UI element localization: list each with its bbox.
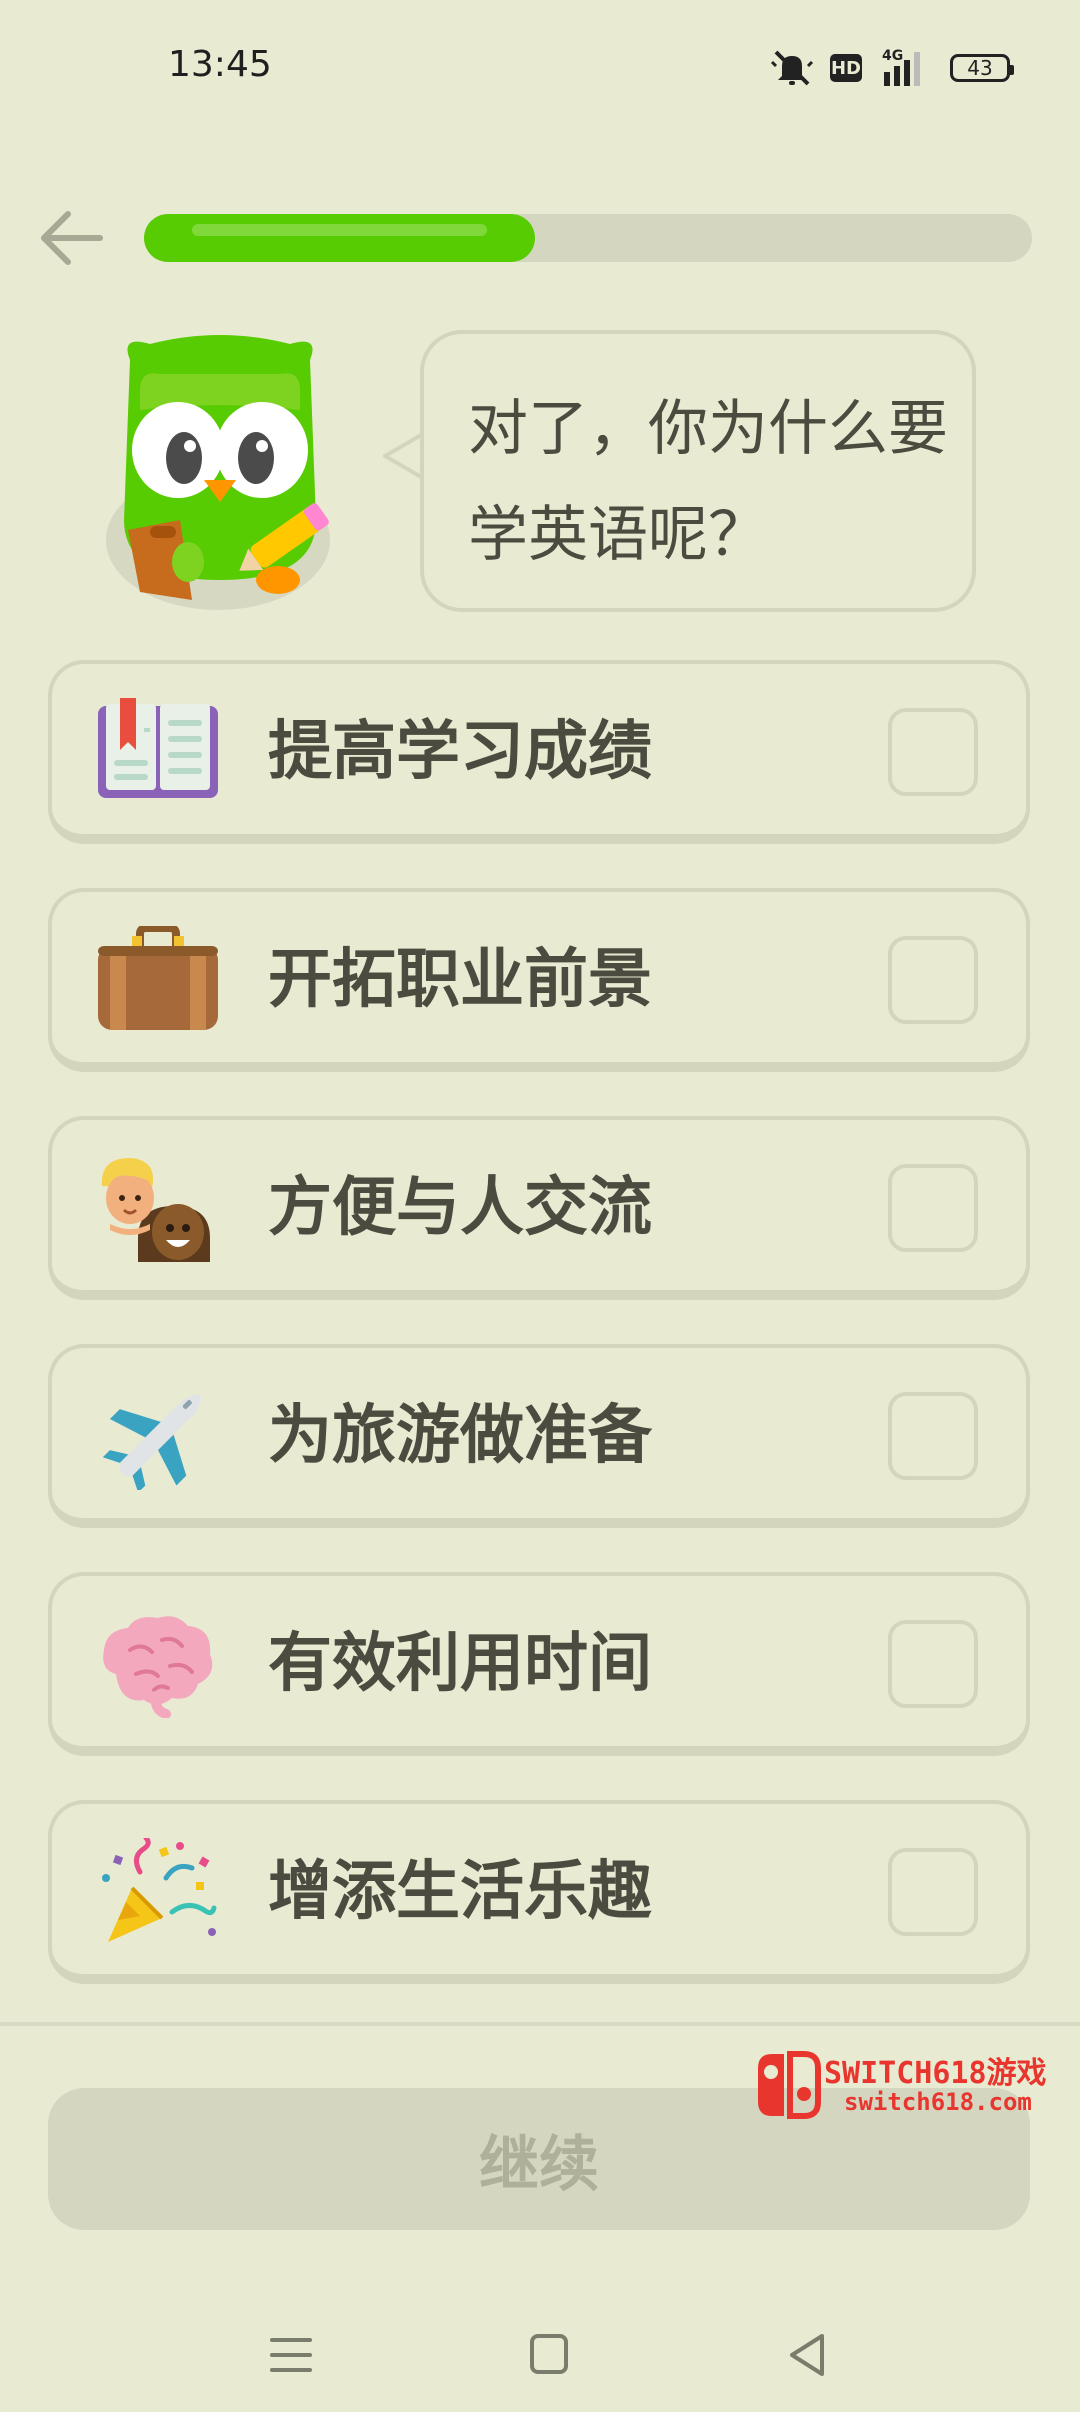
- watermark-url: switch618.com: [844, 2088, 1032, 2116]
- option-label: 有效利用时间: [268, 1627, 652, 1701]
- option-checkbox[interactable]: [888, 1164, 978, 1252]
- option-label: 为旅游做准备: [268, 1399, 652, 1473]
- option-label: 增添生活乐趣: [268, 1855, 652, 1929]
- watermark-logo: SWITCH618游戏 switch618.com: [754, 2044, 1064, 2128]
- switch-logo-icon: [758, 2051, 821, 2119]
- prompt-text: 对了，你为什么要学英语呢？: [468, 394, 948, 570]
- option-label: 提高学习成绩: [268, 715, 652, 789]
- option-checkbox[interactable]: [888, 1392, 978, 1480]
- battery-icon: 43: [950, 54, 1014, 82]
- option-travel[interactable]: 为旅游做准备: [48, 1344, 1030, 1528]
- system-nav-bar: [0, 2300, 1080, 2412]
- owl-mascot-icon: [106, 335, 330, 610]
- option-communication[interactable]: 方便与人交流: [48, 1116, 1030, 1300]
- option-label: 方便与人交流: [268, 1171, 652, 1245]
- airplane-icon: [102, 1394, 202, 1490]
- progress-fill: [144, 214, 535, 262]
- mute-bell-icon: [770, 50, 814, 86]
- status-bar: 13:45 HD 4G 43: [0, 0, 1080, 140]
- hd-icon: HD: [830, 54, 862, 82]
- people-icon: [101, 1158, 210, 1262]
- option-label: 开拓职业前景: [268, 943, 652, 1017]
- network-type: 4G: [882, 48, 903, 64]
- speech-bubble: 对了，你为什么要学英语呢？: [420, 330, 976, 612]
- briefcase-icon: [98, 926, 218, 1030]
- menu-nav-icon[interactable]: [256, 2320, 326, 2390]
- option-checkbox[interactable]: [888, 1620, 978, 1708]
- book-icon: [98, 698, 218, 798]
- option-fun[interactable]: 增添生活乐趣: [48, 1800, 1030, 1984]
- back-arrow-icon[interactable]: [38, 208, 104, 268]
- speech-bubble-tail: [383, 432, 423, 480]
- option-checkbox[interactable]: [888, 708, 978, 796]
- brain-icon: [103, 1616, 213, 1718]
- option-checkbox[interactable]: [888, 936, 978, 1024]
- option-checkbox[interactable]: [888, 1848, 978, 1936]
- home-nav-icon[interactable]: [514, 2320, 584, 2390]
- back-nav-icon[interactable]: [772, 2320, 842, 2390]
- footer-divider: [0, 2022, 1080, 2026]
- option-career-prospects[interactable]: 开拓职业前景: [48, 888, 1030, 1072]
- progress-bar: [144, 214, 1032, 262]
- watermark-title: SWITCH618游戏: [824, 2056, 1047, 2091]
- status-time: 13:45: [168, 44, 272, 85]
- party-popper-icon: [102, 1838, 217, 1942]
- option-improve-grades[interactable]: 提高学习成绩: [48, 660, 1030, 844]
- signal-icon: 4G: [882, 48, 920, 86]
- progress-shine: [192, 224, 487, 236]
- status-icons: HD 4G 43: [770, 46, 1014, 90]
- option-use-time[interactable]: 有效利用时间: [48, 1572, 1030, 1756]
